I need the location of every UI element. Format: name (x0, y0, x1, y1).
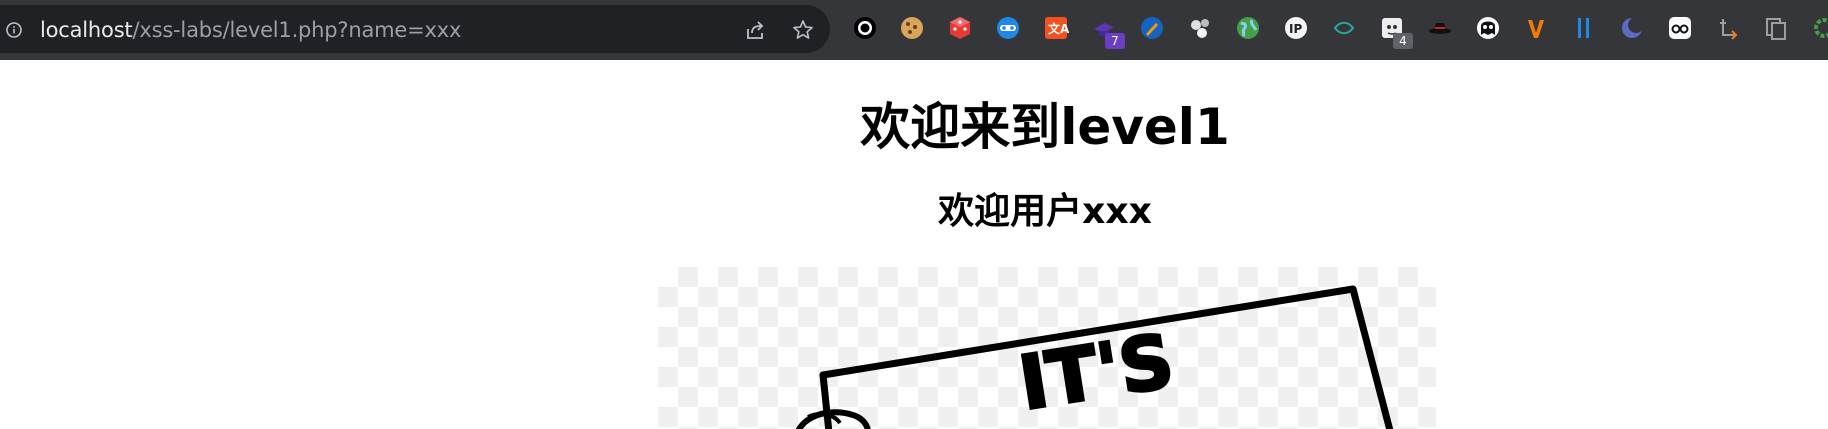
bars-extension-icon[interactable] (1571, 15, 1597, 41)
fish-extension-icon[interactable] (1331, 15, 1357, 41)
copy-extension-icon[interactable] (1763, 15, 1789, 41)
svg-text:文A: 文A (1048, 21, 1069, 36)
pen-extension-icon[interactable] (1139, 15, 1165, 41)
site-info-icon[interactable] (6, 22, 22, 38)
circle-extension-icon[interactable] (852, 15, 878, 41)
ip-extension-label: IP (1289, 22, 1302, 36)
sign-text: IT'S (1014, 318, 1180, 427)
glasses-extension-icon[interactable] (1667, 15, 1693, 41)
level-image: IT'S (658, 267, 1436, 429)
welcome-user-heading: 欢迎用户xxx (938, 191, 1152, 232)
cat-extension-icon[interactable]: 4 (1379, 15, 1413, 49)
globe-extension-icon[interactable] (1235, 15, 1261, 41)
url-host: localhost (40, 18, 133, 42)
address-bar[interactable]: localhost/xss-labs/level1.php?name=xxx (0, 5, 830, 53)
moon-extension-icon[interactable] (1619, 15, 1645, 41)
cat-extension-badge: 4 (1393, 33, 1413, 49)
url-text[interactable]: localhost/xss-labs/level1.php?name=xxx (40, 18, 461, 42)
gear-extension-icon[interactable] (1811, 15, 1828, 41)
dots-extension-icon[interactable] (1187, 15, 1213, 41)
wappalyzer-extension-icon[interactable] (1523, 15, 1549, 41)
hat-extension-icon[interactable]: 7 (1091, 15, 1125, 49)
sign-illustration: IT'S (796, 285, 1394, 429)
page-content: 欢迎来到level1 欢迎用户xxx IT'S (0, 60, 1828, 429)
arrow-extension-icon[interactable] (1715, 15, 1741, 41)
share-icon[interactable] (744, 19, 766, 41)
ip-extension-icon[interactable]: IP (1283, 15, 1309, 41)
bookmark-star-icon[interactable] (792, 19, 814, 41)
page-heading: 欢迎来到level1 (860, 98, 1230, 156)
url-path: /xss-labs/level1.php?name=xxx (132, 18, 462, 42)
hat-extension-badge: 7 (1105, 33, 1125, 49)
cookie-extension-icon[interactable] (899, 15, 925, 41)
ghost-extension-icon[interactable] (1475, 15, 1501, 41)
spy-hat-extension-icon[interactable] (1427, 15, 1453, 41)
dice-extension-icon[interactable] (947, 15, 973, 41)
translate-extension-icon[interactable]: 文A (1043, 15, 1069, 41)
browser-toolbar: localhost/xss-labs/level1.php?name=xxx 文… (0, 0, 1828, 60)
mask-extension-icon[interactable] (995, 15, 1021, 41)
